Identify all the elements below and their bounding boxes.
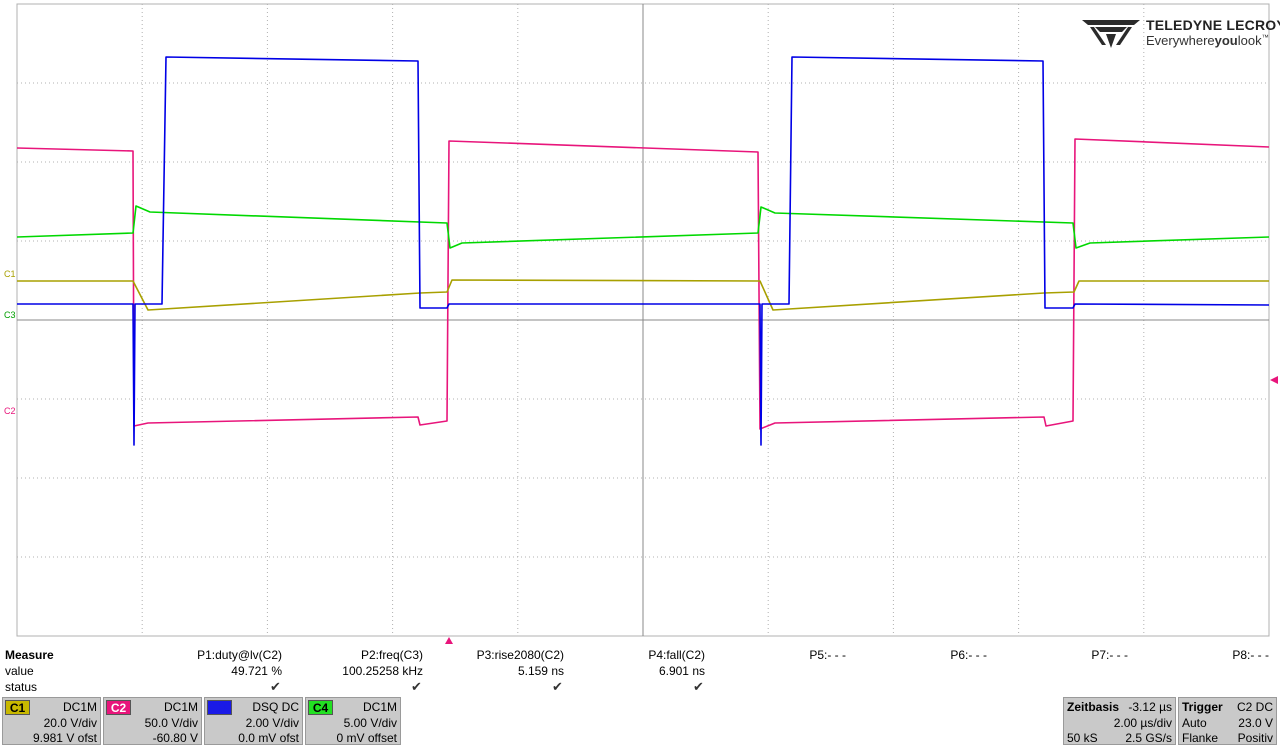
c3-coupling: DSQ DC: [252, 700, 299, 714]
measure-value-label: value: [5, 664, 34, 678]
trigger-descriptor[interactable]: Trigger C2 DC Auto 23.0 V Flanke Positiv: [1178, 697, 1277, 745]
c4-offset: 0 mV offset: [336, 731, 397, 745]
param-p3-status-check-icon: ✔: [552, 679, 563, 694]
channel-c1-descriptor[interactable]: C1 DC1M 20.0 V/div 9.981 V ofst: [2, 697, 101, 745]
c4-vdiv: 5.00 V/div: [343, 716, 397, 730]
trigger-type: Flanke: [1182, 731, 1219, 745]
teledyne-logo-icon: [1082, 20, 1140, 48]
param-p2-name[interactable]: P2:freq(C3): [303, 648, 423, 662]
param-p1-name[interactable]: P1:duty@lv(C2): [162, 648, 282, 662]
param-p5-name[interactable]: P5:- - -: [726, 648, 846, 662]
trigger-level: 23.0 V: [1238, 716, 1273, 730]
param-p1-value: 49.721 %: [231, 664, 282, 678]
param-p4-value: 6.901 ns: [658, 664, 705, 678]
c1-coupling: DC1M: [62, 700, 97, 714]
param-p4-name[interactable]: P4:fall(C2): [585, 648, 705, 662]
trigger-source: C2 DC: [1236, 700, 1273, 714]
channel-c4-descriptor[interactable]: C4 DC1M 5.00 V/div 0 mV offset: [305, 697, 401, 745]
timebase-title: Zeitbasis: [1067, 700, 1120, 714]
timebase-tdiv: 2.00 µs/div: [1113, 716, 1172, 730]
c2-badge: C2: [106, 700, 131, 715]
timebase-delay: -3.12 µs: [1128, 700, 1172, 714]
teledyne-lecroy-logo: TELEDYNE LECROY Everywhereyoulook™: [1082, 15, 1280, 51]
timebase-descriptor[interactable]: Zeitbasis -3.12 µs 2.00 µs/div 50 kS 2.5…: [1063, 697, 1176, 745]
trigger-mode: Auto: [1182, 716, 1207, 730]
c1-badge: C1: [5, 700, 30, 715]
trigger-level-marker-icon[interactable]: [1270, 376, 1278, 384]
c1-offset: 9.981 V ofst: [32, 731, 97, 745]
measure-status-label: status: [5, 680, 38, 694]
c2-ground-label: C2: [4, 406, 16, 416]
param-p8-name[interactable]: P8:- - -: [1149, 648, 1269, 662]
param-p2-status-check-icon: ✔: [411, 679, 422, 694]
c1-ground-label: C1: [4, 269, 16, 279]
c2-coupling: DC1M: [163, 700, 198, 714]
param-p1-status-check-icon: ✔: [270, 679, 281, 694]
timebase-samples: 50 kS: [1067, 731, 1098, 745]
measure-title: Measure: [5, 648, 54, 662]
c3-ground-label: C3: [4, 310, 16, 320]
waveform-grid[interactable]: [0, 0, 1280, 640]
c4-badge: C4: [308, 700, 333, 715]
c3-badge: C3: [207, 700, 232, 715]
c3-vdiv: 2.00 V/div: [245, 716, 299, 730]
c2-vdiv: 50.0 V/div: [144, 716, 198, 730]
logo-brand-text: TELEDYNE LECROY: [1146, 17, 1280, 33]
channel-c3-descriptor[interactable]: C3 DSQ DC 2.00 V/div 0.0 mV ofst: [204, 697, 303, 745]
channel-c2-descriptor[interactable]: C2 DC1M 50.0 V/div -60.80 V: [103, 697, 202, 745]
param-p7-name[interactable]: P7:- - -: [1008, 648, 1128, 662]
logo-tagline: Everywhereyoulook™: [1146, 33, 1269, 48]
c4-coupling: DC1M: [362, 700, 397, 714]
trigger-title: Trigger: [1182, 700, 1223, 714]
c3-offset: 0.0 mV ofst: [238, 731, 299, 745]
param-p3-name[interactable]: P3:rise2080(C2): [444, 648, 564, 662]
param-p2-value: 100.25258 kHz: [342, 664, 423, 678]
trigger-position-marker-icon[interactable]: [445, 637, 453, 644]
c2-offset: -60.80 V: [152, 731, 198, 745]
timebase-rate: 2.5 GS/s: [1125, 731, 1172, 745]
trigger-slope: Positiv: [1237, 731, 1273, 745]
param-p3-value: 5.159 ns: [517, 664, 564, 678]
param-p4-status-check-icon: ✔: [693, 679, 704, 694]
param-p6-name[interactable]: P6:- - -: [867, 648, 987, 662]
c1-vdiv: 20.0 V/div: [43, 716, 97, 730]
